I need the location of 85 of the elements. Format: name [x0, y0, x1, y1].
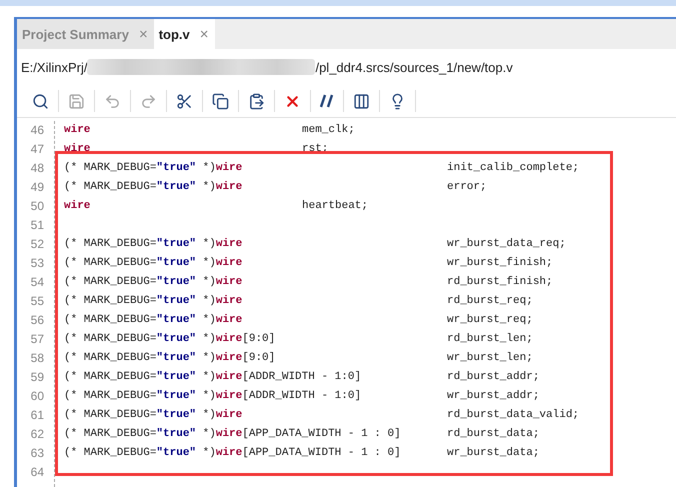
code-keyword: wire [216, 161, 242, 176]
search-icon [32, 92, 49, 110]
code-keyword: wire [216, 351, 242, 366]
code-keyword: wire [216, 408, 242, 423]
line-number: 53 [30, 255, 45, 272]
line-number: 64 [30, 464, 45, 481]
paste-icon [248, 92, 265, 110]
copy-icon [212, 92, 229, 110]
code-identifier: rd_burst_req; [447, 294, 533, 309]
code-identifier: error; [447, 180, 487, 195]
code-attribute: (* MARK_DEBUG="true" *) [64, 370, 216, 385]
scissors-icon [176, 92, 193, 110]
code-range: [APP_DATA_WIDTH - 1 : 0] [242, 427, 401, 442]
code-keyword: wire [216, 332, 242, 347]
code-attribute: (* MARK_DEBUG="true" *) [64, 161, 216, 176]
code-attribute: (* MARK_DEBUG="true" *) [64, 256, 216, 271]
line-number: 54 [30, 274, 45, 291]
code-keyword: wire [216, 256, 242, 271]
code-attribute: (* MARK_DEBUG="true" *) [64, 180, 216, 195]
code-identifier: wr_burst_finish; [447, 256, 553, 271]
code-attribute: (* MARK_DEBUG="true" *) [64, 427, 216, 442]
code-identifier: heartbeat; [302, 199, 368, 214]
code-attribute: (* MARK_DEBUG="true" *) [64, 408, 216, 423]
redo-icon [140, 92, 157, 110]
code-attribute: (* MARK_DEBUG="true" *) [64, 237, 216, 252]
code-identifier: rd_burst_finish; [447, 275, 553, 290]
code-attribute: (* MARK_DEBUG="true" *) [64, 294, 216, 309]
code-keyword: wire [216, 446, 242, 461]
code-keyword: wire [64, 199, 90, 214]
code-identifier: rst; [302, 142, 328, 157]
line-number: 55 [30, 293, 45, 310]
line-number: 59 [30, 369, 45, 386]
line-number: 56 [30, 312, 45, 329]
line-number: 51 [30, 217, 45, 234]
code-identifier: rd_burst_data; [447, 427, 540, 442]
code-keyword: wire [64, 123, 90, 138]
line-number: 61 [30, 407, 45, 424]
line-number: 58 [30, 350, 45, 367]
code-identifier: rd_burst_len; [447, 332, 533, 347]
editor-tab[interactable]: top.v × [154, 19, 215, 49]
code-identifier: wr_burst_len; [447, 351, 533, 366]
code-attribute: (* MARK_DEBUG="true" *) [64, 275, 216, 290]
code-keyword: wire [216, 180, 242, 195]
code-keyword: wire [216, 237, 242, 252]
file-path: /pl_ddr4.srcs/sources_1/new/top.v [315, 60, 513, 74]
code-attribute: (* MARK_DEBUG="true" *) [64, 332, 216, 347]
line-number: 57 [30, 331, 45, 348]
code-keyword: wire [216, 370, 242, 385]
code-identifier: rd_burst_addr; [447, 370, 540, 385]
code-identifier: init_calib_complete; [447, 161, 580, 176]
code-keyword: wire [216, 427, 242, 442]
code-identifier: rd_burst_data_valid; [447, 408, 580, 423]
code-attribute: (* MARK_DEBUG="true" *) [64, 446, 216, 461]
line-number: 48 [30, 160, 45, 177]
line-number: 62 [30, 426, 45, 443]
save-icon [68, 92, 85, 110]
columns-icon [353, 92, 370, 110]
code-identifier: wr_burst_addr; [447, 389, 540, 404]
code-range: [9:0] [242, 332, 276, 347]
code-range: [9:0] [242, 351, 276, 366]
line-number: 47 [30, 141, 45, 158]
line-number: 50 [30, 198, 45, 215]
code-identifier: wr_burst_data_req; [447, 237, 566, 252]
line-number: 63 [30, 445, 45, 462]
code-keyword: wire [216, 275, 242, 290]
code-keyword: wire [216, 294, 242, 309]
code-identifier: mem_clk; [302, 123, 355, 138]
code-identifier: wr_burst_req; [447, 313, 533, 328]
code-keyword: wire [64, 142, 90, 157]
double-slash-icon [320, 93, 334, 109]
line-number: 49 [30, 179, 45, 196]
undo-icon [104, 92, 121, 110]
code-range: [ADDR_WIDTH - 1:0] [242, 370, 362, 385]
code-identifier: wr_burst_data; [447, 446, 540, 461]
line-number: 46 [30, 122, 45, 139]
line-number: 60 [30, 388, 45, 405]
code-range: [ADDR_WIDTH - 1:0] [242, 389, 362, 404]
code-keyword: wire [216, 389, 242, 404]
code-keyword: wire [216, 313, 242, 328]
code-attribute: (* MARK_DEBUG="true" *) [64, 351, 216, 366]
file-path: E:/XilinxPrj/ [21, 60, 88, 74]
line-number: 52 [30, 236, 45, 253]
code-attribute: (* MARK_DEBUG="true" *) [64, 389, 216, 404]
code-attribute: (* MARK_DEBUG="true" *) [64, 313, 216, 328]
code-range: [APP_DATA_WIDTH - 1 : 0] [242, 446, 401, 461]
